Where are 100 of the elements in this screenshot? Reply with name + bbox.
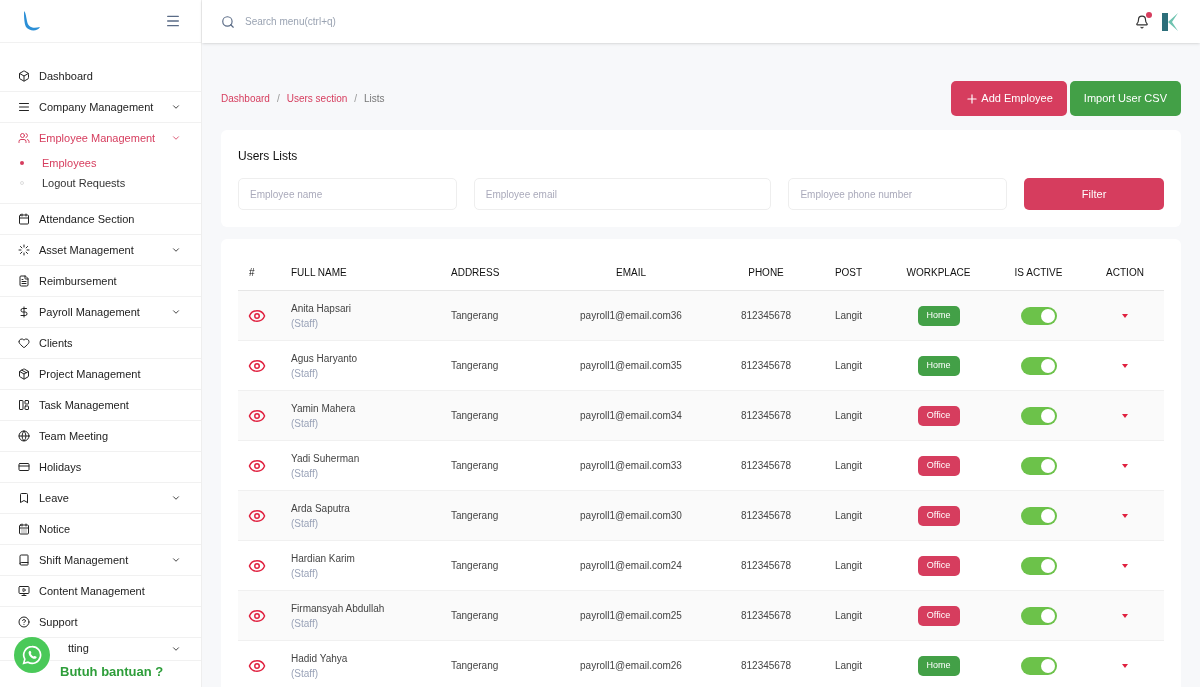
active-toggle[interactable] (1020, 506, 1057, 525)
plus-icon (965, 91, 980, 106)
table-cell-text: Tangerang (451, 609, 500, 623)
sidebar-item[interactable]: Company Management (0, 92, 201, 122)
table-cell-text: Tangerang (451, 359, 500, 373)
table-cell-text: 812345678 (739, 559, 793, 573)
submenu-item[interactable]: Logout Requests (0, 173, 201, 193)
employee-role: (Staff) (291, 416, 320, 431)
employee-name: Anita Hapsari (291, 301, 353, 316)
table-cell-text: 812345678 (739, 659, 793, 673)
layout-icon (18, 399, 30, 411)
table-cell-text: Tangerang (451, 509, 500, 523)
table-cell-text: Tangerang (451, 309, 500, 323)
list-icon (18, 101, 30, 113)
table-cell-text: Langit (833, 359, 864, 373)
card-icon (18, 461, 30, 473)
workplace-tag: Office (917, 405, 960, 426)
workplace-tag: Home (917, 305, 960, 326)
table-cell-text: Tangerang (451, 409, 500, 423)
caret-icon[interactable] (1122, 613, 1128, 618)
caret-icon[interactable] (1122, 463, 1128, 468)
table-cell-text: payroll1@email.com34 (579, 409, 683, 423)
sidebar-item[interactable]: Content Management (0, 576, 201, 606)
table-cell-text: 812345678 (739, 509, 793, 523)
active-toggle[interactable] (1020, 456, 1057, 475)
sidebar-item[interactable]: Clients (0, 328, 201, 358)
sidebar-item[interactable]: Project Management (0, 359, 201, 389)
heart-icon (18, 337, 30, 349)
sidebar-item[interactable]: Leave (0, 483, 201, 513)
caret-icon[interactable] (1122, 663, 1128, 668)
sidebar-item[interactable]: Payroll Management (0, 297, 201, 327)
employee-role: (Staff) (291, 616, 320, 631)
sidebar-item[interactable]: Reimbursement (0, 266, 201, 296)
column-header: # (248, 266, 256, 280)
caret-icon[interactable] (1122, 413, 1128, 418)
sidebar-item[interactable]: Notice (0, 514, 201, 544)
employee-name: Yadi Suherman (291, 451, 361, 466)
workplace-tag: Office (917, 555, 960, 576)
card-title: Users Lists (238, 148, 299, 165)
caret-icon[interactable] (1122, 513, 1128, 518)
sidebar-item[interactable]: Task Management (0, 390, 201, 420)
workplace-tag: Office (917, 455, 960, 476)
breadcrumb-link[interactable]: Users section (286, 91, 348, 106)
employee-name: Arda Saputra (291, 501, 351, 516)
sidebar-item[interactable]: Holidays (0, 452, 201, 482)
caret-icon[interactable] (1122, 313, 1128, 318)
employee-role: (Staff) (291, 466, 320, 481)
table-cell-text: Langit (833, 559, 864, 573)
submenu-item[interactable]: Employees (0, 153, 201, 173)
employee-name: Hadid Yahya (291, 651, 349, 666)
filter-field[interactable]: Employee email (473, 178, 772, 210)
table-cell-text: payroll1@email.com30 (579, 509, 683, 523)
breadcrumb-separator: / (354, 92, 358, 106)
sidebar-item[interactable]: Asset Management (0, 235, 201, 265)
active-toggle[interactable] (1020, 656, 1057, 675)
table-cell-text: payroll1@email.com26 (579, 659, 683, 673)
table-cell-text: payroll1@email.com25 (579, 609, 683, 623)
workplace-tag: Office (917, 505, 960, 526)
search-field[interactable]: Search menu(ctrl+q) (245, 14, 545, 29)
sidebar-item[interactable]: Attendance Section (0, 204, 201, 234)
column-header: WORKPLACE (905, 266, 972, 280)
active-toggle[interactable] (1020, 606, 1057, 625)
table-cell-text: 812345678 (739, 359, 793, 373)
breadcrumb-separator: / (276, 92, 280, 106)
bell-icon[interactable] (1135, 14, 1149, 29)
sidebar-item[interactable]: Shift Management (0, 545, 201, 575)
sidebar-item[interactable]: Team Meeting (0, 421, 201, 451)
help-label[interactable]: Butuh bantuan ? (60, 662, 164, 682)
avatar-icon[interactable] (1159, 10, 1181, 33)
caret-icon[interactable] (1122, 563, 1128, 568)
table-cell-text: Tangerang (451, 659, 500, 673)
active-toggle[interactable] (1020, 556, 1057, 575)
column-header: ACTION (1105, 266, 1145, 280)
filter-button[interactable]: Filter (1024, 178, 1164, 210)
table-cell-text: Langit (833, 409, 864, 423)
active-toggle[interactable] (1020, 356, 1057, 375)
add-employee-button[interactable]: Add Employee (951, 81, 1067, 116)
table-cell-text: 812345678 (739, 609, 793, 623)
table-cell-text: payroll1@email.com33 (579, 459, 683, 473)
table-cell-text: 812345678 (739, 409, 793, 423)
workplace-tag: Office (917, 605, 960, 626)
filter-field[interactable]: Employee name (238, 178, 457, 210)
sidebar-item[interactable]: tting (0, 638, 201, 660)
active-toggle[interactable] (1020, 406, 1057, 425)
workplace-tag: Home (917, 355, 960, 376)
employee-role: (Staff) (291, 366, 320, 381)
menu-icon[interactable] (165, 13, 181, 29)
table-cell-text: 812345678 (739, 309, 793, 323)
filter-field[interactable]: Employee phone number (788, 178, 1008, 210)
dollar-icon (18, 306, 30, 318)
calendar-icon (18, 213, 30, 225)
sidebar-item[interactable]: Support (0, 607, 201, 637)
caret-icon[interactable] (1122, 363, 1128, 368)
sidebar-item[interactable]: Employee Management (0, 123, 201, 153)
bullet-icon (20, 161, 24, 165)
sidebar-item[interactable]: Dashboard (0, 61, 201, 91)
breadcrumb-link[interactable]: Dashboard (221, 91, 270, 106)
table-cell-text: Langit (833, 309, 864, 323)
book-icon (18, 554, 30, 566)
active-toggle[interactable] (1020, 306, 1057, 325)
